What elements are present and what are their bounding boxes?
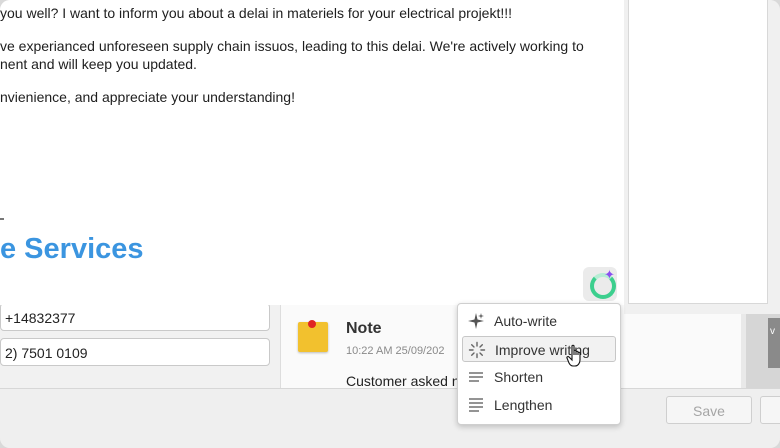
- menu-label-shorten: Shorten: [494, 369, 544, 385]
- editor-line-3: nent and will keep you updated.: [0, 56, 197, 72]
- menu-item-improve-writing[interactable]: Improve writing: [462, 336, 616, 362]
- email-editor[interactable]: you well? I want to inform you about a d…: [0, 0, 624, 305]
- note-timestamp: 10:22 AM 25/09/202: [346, 345, 445, 357]
- sparkle-dots-icon: [468, 341, 486, 359]
- side-panel-content: [628, 0, 768, 304]
- phone-field-1[interactable]: +14832377: [0, 303, 270, 331]
- menu-item-auto-write[interactable]: Auto-write: [462, 308, 616, 334]
- ai-assistant-button[interactable]: ✦: [583, 267, 617, 301]
- side-tile-label: v: [770, 326, 775, 337]
- menu-label-auto-write: Auto-write: [494, 313, 558, 329]
- ai-writing-menu: Auto-write Improve writing Shorten Lengt…: [457, 303, 621, 425]
- save-button[interactable]: Save: [666, 396, 752, 424]
- footer-bar: [0, 388, 780, 448]
- app-window: +14832377 2) 7501 0109 Note 10:22 AM 25/…: [0, 0, 780, 448]
- sparkle-icon: ✦: [604, 267, 615, 282]
- hand-cursor-icon: [566, 344, 581, 367]
- menu-item-shorten[interactable]: Shorten: [462, 364, 616, 390]
- edge-mark: [0, 218, 4, 220]
- secondary-button[interactable]: [760, 396, 780, 424]
- editor-line-2: ve experianced unforeseen supply chain i…: [0, 38, 584, 54]
- side-tile[interactable]: v: [768, 318, 780, 368]
- menu-label-lengthen: Lengthen: [494, 397, 553, 413]
- lines-short-icon: [469, 372, 483, 382]
- menu-item-lengthen[interactable]: Lengthen: [462, 392, 616, 418]
- phone-field-2[interactable]: 2) 7501 0109: [0, 338, 270, 366]
- editor-line-4: nvienience, and appreciate your understa…: [0, 89, 295, 105]
- pin-icon: [308, 320, 316, 328]
- lines-long-icon: [469, 398, 483, 412]
- editor-line-1: you well? I want to inform you about a d…: [0, 5, 513, 21]
- signature-logo-text: e Services: [0, 233, 144, 265]
- sparkle-icon: [468, 313, 484, 329]
- note-title: Note: [346, 320, 382, 337]
